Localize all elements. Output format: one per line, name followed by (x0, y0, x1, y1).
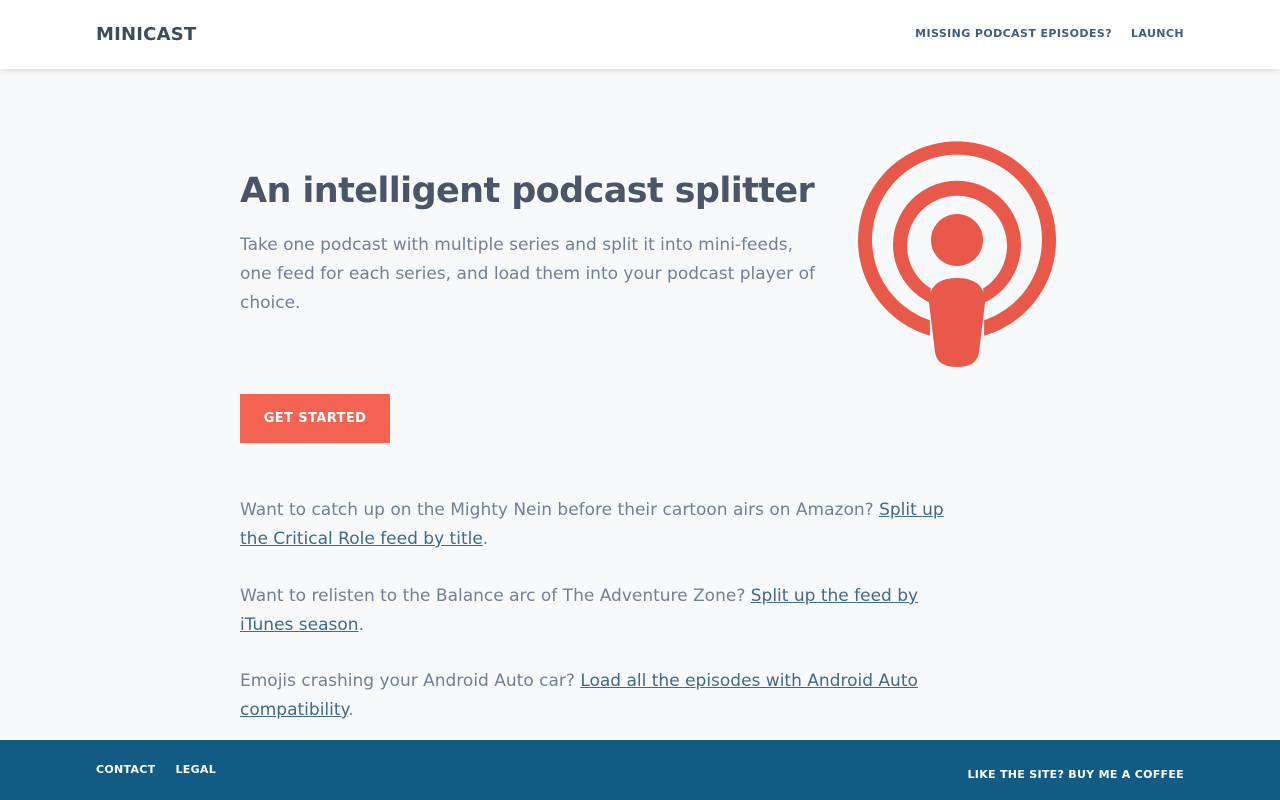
example-punct: . (348, 700, 354, 720)
example-text: Want to relisten to the Balance arc of T… (240, 586, 751, 606)
example-text: Want to catch up on the Mighty Nein befo… (240, 500, 880, 520)
contact-link[interactable]: CONTACT (96, 763, 155, 776)
example-text: Emojis crashing your Android Auto car? (240, 671, 581, 691)
hero-subtitle: Take one podcast with multiple series an… (240, 235, 815, 313)
nav-launch-link[interactable]: LAUNCH (1131, 27, 1184, 40)
footer-coffee: LIKE THE SITE? BUY ME A COFFEE (968, 763, 1185, 782)
example-mighty-nein: Want to catch up on the Mighty Nein befo… (240, 496, 970, 554)
brand-logo-link[interactable]: MINICAST (96, 24, 196, 45)
top-nav: MISSING PODCAST EPISODES? LAUNCH (915, 27, 1184, 40)
podcast-icon (858, 141, 1056, 367)
get-started-button[interactable]: GET STARTED (240, 394, 390, 443)
examples-section: Want to catch up on the Mighty Nein befo… (240, 496, 970, 753)
example-punct: . (358, 615, 364, 635)
example-adventure-zone: Want to relisten to the Balance arc of T… (240, 582, 970, 640)
hero-title: An intelligent podcast splitter (240, 171, 815, 211)
top-navbar: MINICAST MISSING PODCAST EPISODES? LAUNC… (0, 0, 1280, 69)
footer: CONTACT LEGAL LIKE THE SITE? BUY ME A CO… (0, 740, 1280, 800)
legal-link[interactable]: LEGAL (175, 763, 216, 776)
footer-links: CONTACT LEGAL (96, 763, 216, 776)
buy-me-a-coffee-link[interactable]: LIKE THE SITE? BUY ME A COFFEE (968, 768, 1185, 781)
example-punct: . (482, 529, 489, 549)
nav-missing-episodes-link[interactable]: MISSING PODCAST EPISODES? (915, 27, 1112, 40)
example-android-auto: Emojis crashing your Android Auto car? L… (240, 667, 970, 725)
